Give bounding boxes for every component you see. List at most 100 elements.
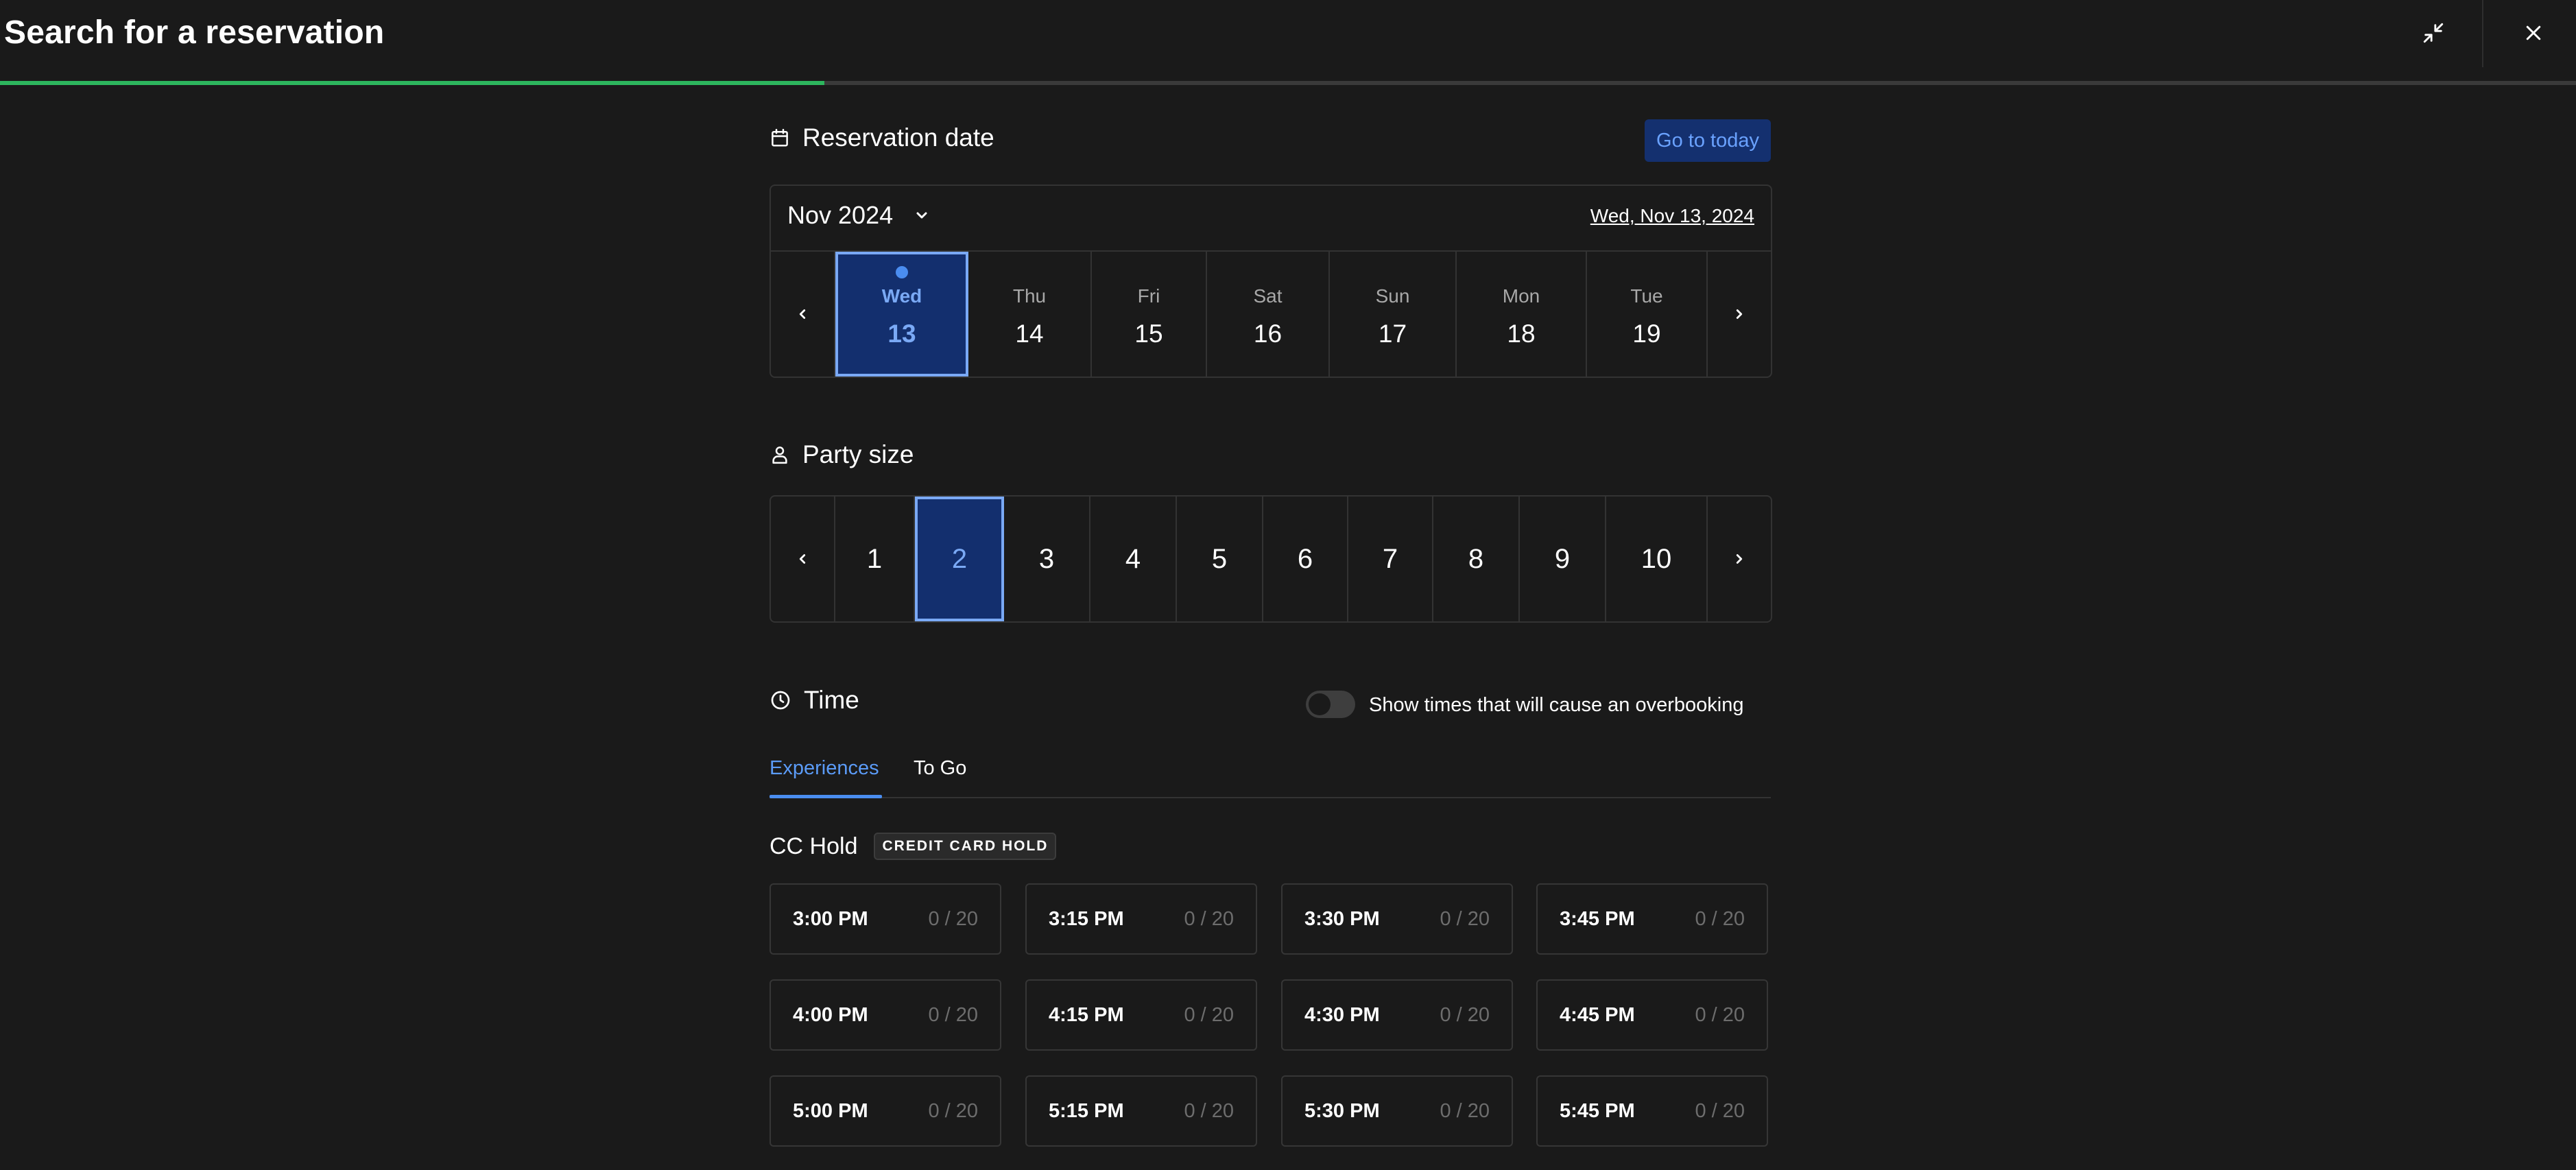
date-picker-header: Nov 2024 Wed, Nov 13, 2024 [771,186,1771,252]
party-size-number: 6 [1297,543,1313,574]
minimize-button[interactable] [2414,14,2453,52]
month-selector[interactable]: Nov 2024 [787,201,930,230]
time-slot-button[interactable]: 3:45 PM 0 / 20 [1536,883,1768,955]
slot-capacity: 0 / 20 [1440,1099,1490,1122]
slot-capacity: 0 / 20 [1184,907,1234,930]
slot-capacity: 0 / 20 [1695,1003,1745,1026]
day-name: Tue [1630,285,1663,307]
day-name: Thu [1012,285,1047,307]
progress-bar [0,81,2576,85]
time-slot-button[interactable]: 3:30 PM 0 / 20 [1281,883,1513,955]
party-size-number: 8 [1468,543,1484,574]
tab-to-go[interactable]: To Go [914,757,975,797]
tab-label: To Go [914,757,967,779]
minimize-icon [2423,23,2444,43]
day-number: 18 [1507,320,1536,348]
party-size-option-3[interactable]: 3 [1004,497,1090,621]
page-title: Search for a reservation [4,14,385,51]
day-name: Sun [1375,285,1410,307]
slot-capacity: 0 / 20 [928,907,978,930]
party-size-option-9[interactable]: 9 [1520,497,1606,621]
credit-card-hold-badge: CREDIT CARD HOLD [874,833,1057,860]
progress-bar-fill [0,81,824,85]
day-cell-tue[interactable]: Tue 19 [1587,252,1708,377]
chevron-left-icon [799,554,806,564]
selected-date-link[interactable]: Wed, Nov 13, 2024 [1590,205,1754,227]
party-size-next-button[interactable] [1708,497,1771,621]
chevron-down-icon [916,212,927,219]
time-slot-button[interactable]: 4:15 PM 0 / 20 [1025,979,1257,1051]
slot-group-header: CC Hold CREDIT CARD HOLD [770,833,1057,860]
time-slot-button[interactable]: 3:15 PM 0 / 20 [1025,883,1257,955]
party-size-previous-button[interactable] [771,497,835,621]
day-cell-sat[interactable]: Sat 16 [1207,252,1330,377]
party-size-option-5[interactable]: 5 [1177,497,1263,621]
time-slot-button[interactable]: 3:00 PM 0 / 20 [770,883,1001,955]
slot-capacity: 0 / 20 [928,1003,978,1026]
day-number: 16 [1253,320,1283,348]
overbooking-toggle[interactable] [1306,691,1355,718]
time-tabs: Experiences To Go [770,757,1771,798]
day-number: 14 [1015,320,1044,348]
slot-time: 3:45 PM [1560,907,1635,930]
day-name: Sat [1253,285,1283,307]
time-slot-button[interactable]: 5:00 PM 0 / 20 [770,1075,1001,1147]
chevron-right-icon [1736,554,1743,564]
party-size-number: 9 [1554,543,1571,574]
today-indicator-dot [896,266,908,278]
tab-label: Experiences [770,757,879,779]
tab-experiences[interactable]: Experiences [770,757,882,798]
go-to-today-button[interactable]: Go to today [1645,119,1771,162]
slot-capacity: 0 / 20 [1184,1099,1234,1122]
day-cell-sun[interactable]: Sun 17 [1330,252,1457,377]
slot-time: 4:00 PM [793,1003,868,1026]
day-name: Mon [1502,285,1540,307]
party-size-picker: 1 2 3 4 5 6 7 8 9 10 [770,495,1772,623]
slot-group-title: CC Hold [770,833,858,859]
close-icon [2526,25,2541,40]
day-cell-wed[interactable]: Wed 13 [835,252,968,377]
time-slot-button[interactable]: 5:45 PM 0 / 20 [1536,1075,1768,1147]
party-size-option-4[interactable]: 4 [1090,497,1177,621]
party-size-option-2[interactable]: 2 [915,497,1004,621]
chevron-right-icon [1736,309,1743,319]
party-size-number: 3 [1038,543,1055,574]
day-cell-thu[interactable]: Thu 14 [968,252,1092,377]
close-button[interactable] [2514,14,2553,52]
time-slot-button[interactable]: 4:45 PM 0 / 20 [1536,979,1768,1051]
slot-time: 5:00 PM [793,1099,868,1122]
time-slot-button[interactable]: 5:30 PM 0 / 20 [1281,1075,1513,1147]
slot-time: 4:30 PM [1304,1003,1380,1026]
party-size-option-10[interactable]: 10 [1606,497,1708,621]
time-header: Time [770,686,859,715]
time-slot-button[interactable]: 4:30 PM 0 / 20 [1281,979,1513,1051]
slot-capacity: 0 / 20 [928,1099,978,1122]
date-picker: Nov 2024 Wed, Nov 13, 2024 Wed 13 Thu 14 Fri… [770,184,1772,378]
party-size-number: 7 [1382,543,1398,574]
time-slot-button[interactable]: 5:15 PM 0 / 20 [1025,1075,1257,1147]
time-slot-button[interactable]: 4:00 PM 0 / 20 [770,979,1001,1051]
party-size-option-8[interactable]: 8 [1433,497,1520,621]
previous-week-button[interactable] [771,252,835,377]
next-week-button[interactable] [1708,252,1771,377]
party-size-option-7[interactable]: 7 [1348,497,1433,621]
reservation-date-title: Reservation date [802,123,994,152]
party-size-number: 4 [1125,543,1141,574]
party-size-option-6[interactable]: 6 [1263,497,1348,621]
slot-time: 3:15 PM [1049,907,1124,930]
party-size-number: 2 [951,543,968,574]
day-number: 15 [1134,320,1163,348]
party-size-header: Party size [770,440,914,469]
month-label: Nov 2024 [787,201,894,229]
slot-capacity: 0 / 20 [1440,907,1490,930]
day-cell-mon[interactable]: Mon 18 [1457,252,1587,377]
day-number: 13 [887,320,916,348]
party-size-option-1[interactable]: 1 [835,497,915,621]
slot-capacity: 0 / 20 [1184,1003,1234,1026]
day-name: Wed [881,285,922,307]
slot-capacity: 0 / 20 [1695,1099,1745,1122]
day-cell-fri[interactable]: Fri 15 [1092,252,1207,377]
modal-header: Search for a reservation [0,0,2576,85]
chevron-left-icon [799,309,806,319]
day-strip: Wed 13 Thu 14 Fri 15 Sat 16 Sun 17 Mon 18 Tue 19 [771,252,1771,377]
